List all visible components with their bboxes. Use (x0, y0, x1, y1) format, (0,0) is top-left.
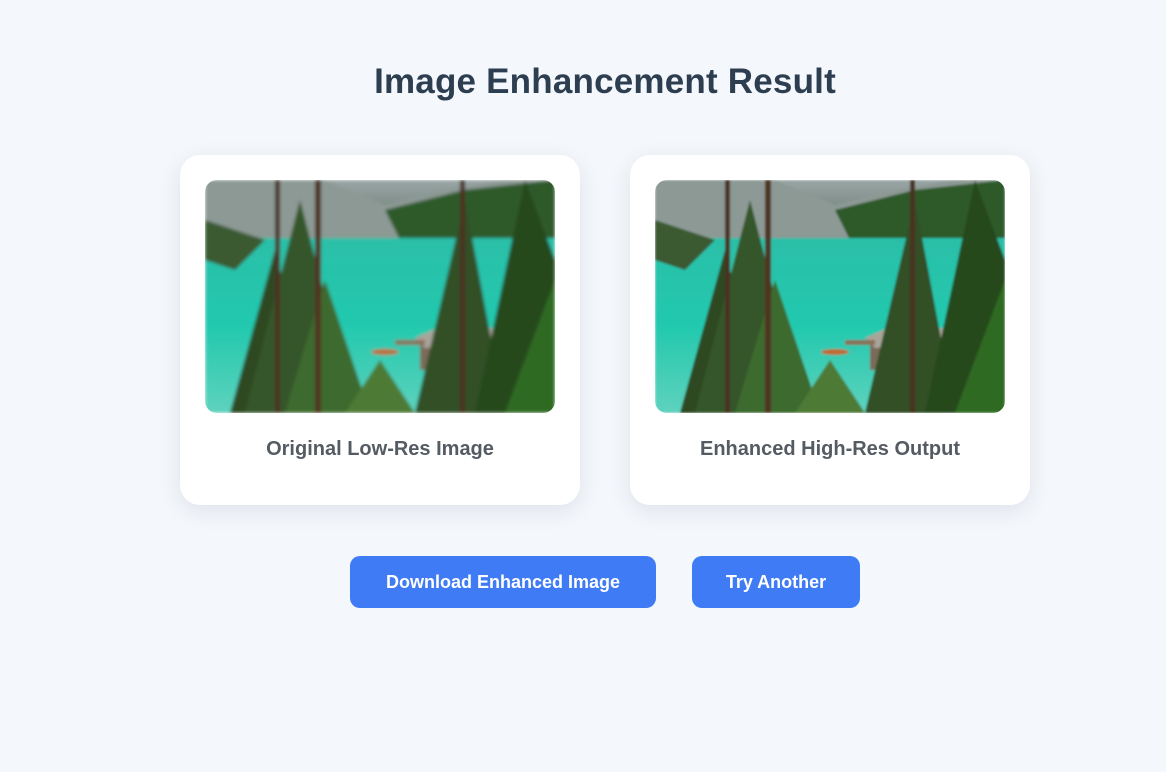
original-image-card: Original Low-Res Image (180, 155, 580, 505)
result-page: Image Enhancement Result Original Low-Re… (0, 0, 1166, 772)
lake-landscape-image (205, 180, 555, 413)
download-enhanced-button[interactable]: Download Enhanced Image (350, 556, 656, 608)
enhanced-image (655, 180, 1005, 413)
original-image-caption: Original Low-Res Image (266, 438, 494, 460)
enhanced-image-caption: Enhanced High-Res Output (700, 438, 960, 460)
enhanced-image-card: Enhanced High-Res Output (630, 155, 1030, 505)
original-image (205, 180, 555, 413)
page-title: Image Enhancement Result (374, 62, 836, 101)
try-another-button[interactable]: Try Another (692, 556, 860, 608)
lake-landscape-image (655, 180, 1005, 413)
